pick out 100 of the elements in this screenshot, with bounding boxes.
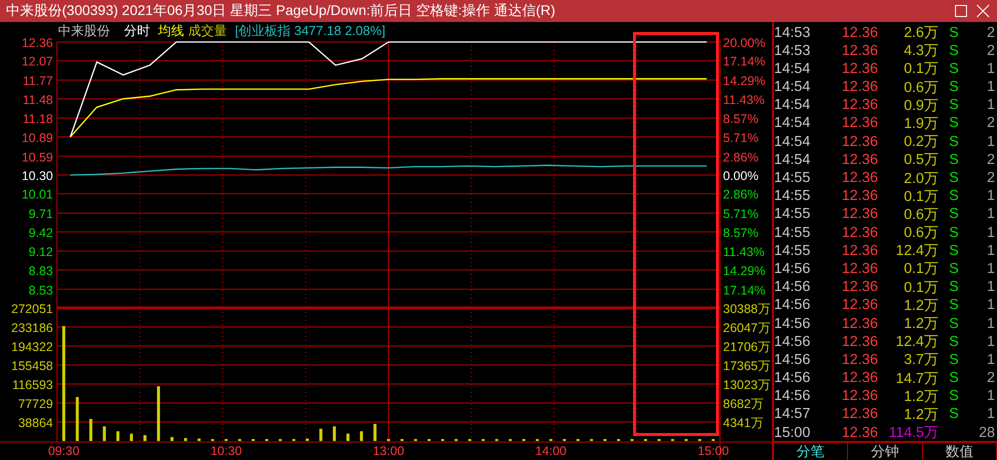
trade-side: S [949, 60, 959, 77]
trade-count: 1 [986, 352, 996, 368]
trade-time: 14:54 [774, 134, 812, 150]
trade-volume: 14.7万 [894, 370, 939, 388]
axis-label: 233186 [11, 321, 53, 335]
trade-side: S [949, 170, 959, 186]
trade-price: 12.36 [840, 42, 878, 59]
trade-time: 14:56 [774, 334, 812, 350]
volume-label: 成交量 [188, 22, 227, 40]
trade-volume: 0.2万 [902, 133, 939, 152]
trade-volume: 4.3万 [902, 42, 939, 60]
index-quote: [创业板指 3477.18 2.08%] [235, 22, 386, 40]
trade-volume: 114.5万 [888, 424, 939, 442]
trade-side: S [949, 152, 959, 168]
trade-side: S [949, 134, 959, 150]
trade-volume: 0.5万 [902, 151, 939, 170]
stock-name: 中来股份 [58, 22, 110, 40]
trade-side: S [949, 370, 959, 386]
axis-label: 10:30 [210, 444, 242, 458]
axis-label: 10.30 [22, 169, 53, 183]
axis-label: 272051 [11, 302, 53, 316]
axis-label: 13023万 [723, 378, 771, 392]
axis-label: 11.43% [723, 245, 764, 260]
trade-side: S [949, 279, 959, 296]
axis-label: 8.57% [723, 112, 758, 126]
trade-time: 14:55 [774, 242, 812, 259]
trade-count: 2 [986, 42, 996, 59]
axis-label: 38864 [18, 416, 53, 430]
axis-label: 12.36 [22, 36, 53, 50]
trade-side: S [949, 242, 959, 259]
axis-label: 4341万 [723, 416, 764, 430]
axis-label: 8.57% [723, 226, 758, 240]
trade-volume: 1.2万 [902, 315, 939, 333]
trade-price: 12.36 [840, 115, 878, 132]
trade-price: 12.36 [840, 188, 878, 204]
trade-time: 14:55 [774, 224, 812, 241]
trade-time: 14:56 [774, 370, 812, 386]
trade-count: 1 [986, 279, 996, 296]
trade-side: S [949, 352, 959, 368]
trade-side: S [949, 79, 959, 96]
trade-volume: 1.2万 [902, 406, 939, 424]
trade-volume: 1.2万 [902, 388, 939, 406]
axis-label: 2.86% [723, 188, 758, 202]
trade-count: 1 [986, 406, 996, 422]
axis-label: 9.12 [28, 245, 53, 260]
trade-volume: 12.4万 [894, 333, 939, 352]
trade-volume: 2.6万 [902, 24, 939, 42]
trade-volume: 0.6万 [902, 78, 939, 97]
trade-count: 1 [986, 188, 996, 204]
trade-price: 12.36 [840, 79, 878, 96]
axis-label: 8682万 [723, 397, 764, 411]
trade-volume: 0.1万 [902, 278, 939, 297]
trade-count: 2 [986, 24, 996, 40]
trade-volume: 0.1万 [902, 260, 939, 278]
trade-count: 2 [986, 115, 996, 132]
axis-label: 155458 [11, 359, 53, 373]
trade-time: 14:56 [774, 279, 812, 296]
axis-label: 194322 [11, 340, 53, 354]
trade-side: S [949, 206, 959, 222]
axis-label: 10.59 [22, 150, 53, 164]
axis-label: 17.14% [723, 283, 766, 298]
axis-label: 11.18 [22, 112, 53, 126]
trade-time: 14:56 [774, 260, 812, 277]
trade-count: 28 [978, 424, 996, 441]
axis-label: 10.89 [22, 130, 53, 145]
trade-volume: 12.4万 [894, 242, 939, 260]
trade-side: S [949, 316, 959, 332]
trade-volume: 0.6万 [902, 206, 939, 224]
trade-side: S [949, 24, 959, 40]
trade-price: 12.36 [840, 370, 878, 386]
axis-label: 17.14% [723, 54, 766, 69]
trade-time: 14:56 [774, 316, 812, 332]
trade-count: 1 [986, 97, 996, 114]
trade-time: 14:54 [774, 152, 812, 168]
axis-label: 14.29% [723, 264, 766, 278]
trade-side: S [949, 297, 959, 314]
axis-label: 5.71% [723, 207, 758, 222]
trade-count: 1 [986, 242, 996, 259]
trade-price: 12.36 [840, 388, 878, 404]
average-label: 均线 [158, 22, 184, 40]
trade-side: S [949, 42, 959, 59]
axis-label: 0.00% [723, 169, 758, 183]
trade-time: 14:53 [774, 42, 812, 59]
trade-volume: 0.6万 [902, 224, 939, 242]
axis-label: 8.83 [28, 264, 53, 278]
trade-price: 12.36 [840, 260, 878, 277]
trade-time: 14:56 [774, 388, 812, 404]
trade-time: 14:54 [774, 115, 812, 132]
axis-label: 9.71 [28, 207, 53, 222]
trade-volume: 0.1万 [902, 188, 939, 206]
axis-label: 8.53 [28, 283, 53, 298]
trade-side: S [949, 260, 959, 277]
axis-label: 17365万 [723, 359, 771, 373]
trade-price: 12.36 [840, 352, 878, 368]
trade-count: 2 [986, 370, 996, 386]
axis-label: 11.77 [22, 74, 53, 88]
trade-volume: 3.7万 [902, 351, 939, 370]
trade-time: 14:54 [774, 97, 812, 114]
trade-side: S [949, 334, 959, 350]
trade-volume: 1.2万 [902, 296, 939, 315]
